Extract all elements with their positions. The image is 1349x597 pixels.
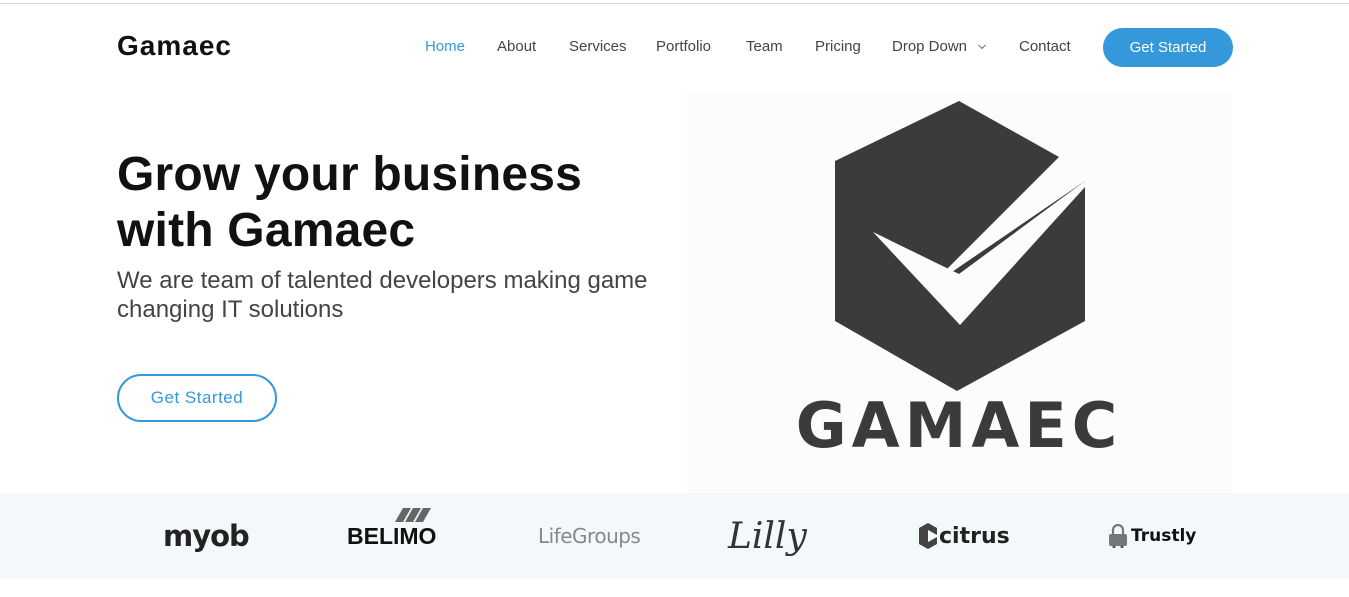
- nav-home[interactable]: Home: [425, 38, 465, 55]
- logo-hexagon: [835, 101, 1085, 391]
- client-logo-lifegroups: LifeGroups: [538, 493, 641, 579]
- client-name-lifegroups: LifeGroups: [538, 524, 641, 548]
- nav-dropdown[interactable]: Drop Down: [892, 38, 992, 55]
- nav-services[interactable]: Services: [569, 38, 627, 55]
- client-name-myob: myob: [163, 519, 250, 553]
- client-name-lilly: Lilly: [728, 515, 807, 557]
- gamaec-logo-graphic: GAMAEC: [796, 101, 1122, 462]
- belimo-mark-icon: [395, 507, 431, 522]
- hero-subtitle: We are team of talented developers makin…: [117, 267, 648, 323]
- client-name-trustly: Trustly: [1131, 526, 1197, 546]
- lock-icon: [1109, 524, 1127, 548]
- citrus-mark-icon: [919, 523, 937, 549]
- hero-title: Grow your business with Gamaec: [117, 148, 583, 257]
- nav-dropdown-label: Drop Down: [892, 38, 968, 55]
- client-logo-trustly: Trustly: [1108, 493, 1196, 579]
- chevron-down-icon: [978, 44, 986, 50]
- client-logo-belimo: BELIMO: [347, 493, 436, 579]
- top-divider: [0, 3, 1349, 4]
- nav-pricing[interactable]: Pricing: [815, 38, 861, 55]
- nav-portfolio[interactable]: Portfolio: [656, 38, 711, 55]
- nav-about[interactable]: About: [497, 38, 536, 55]
- get-started-nav-button[interactable]: Get Started: [1103, 28, 1233, 67]
- logo-wordmark: GAMAEC: [796, 389, 1122, 462]
- client-name-citrus: citrus: [939, 523, 1010, 549]
- hero-image: GAMAEC: [687, 91, 1232, 493]
- nav-contact[interactable]: Contact: [1019, 38, 1071, 55]
- brand-logo[interactable]: Gamaec: [117, 30, 232, 62]
- client-logo-myob: myob: [163, 493, 250, 579]
- client-name-belimo: BELIMO: [347, 522, 437, 549]
- clients-strip: myob BELIMO LifeGroups Lilly citrus Trus…: [0, 493, 1349, 579]
- client-logo-lilly: Lilly: [728, 493, 807, 579]
- get-started-hero-button[interactable]: Get Started: [117, 374, 277, 422]
- client-logo-citrus: citrus: [919, 493, 1010, 579]
- nav-team[interactable]: Team: [746, 38, 783, 55]
